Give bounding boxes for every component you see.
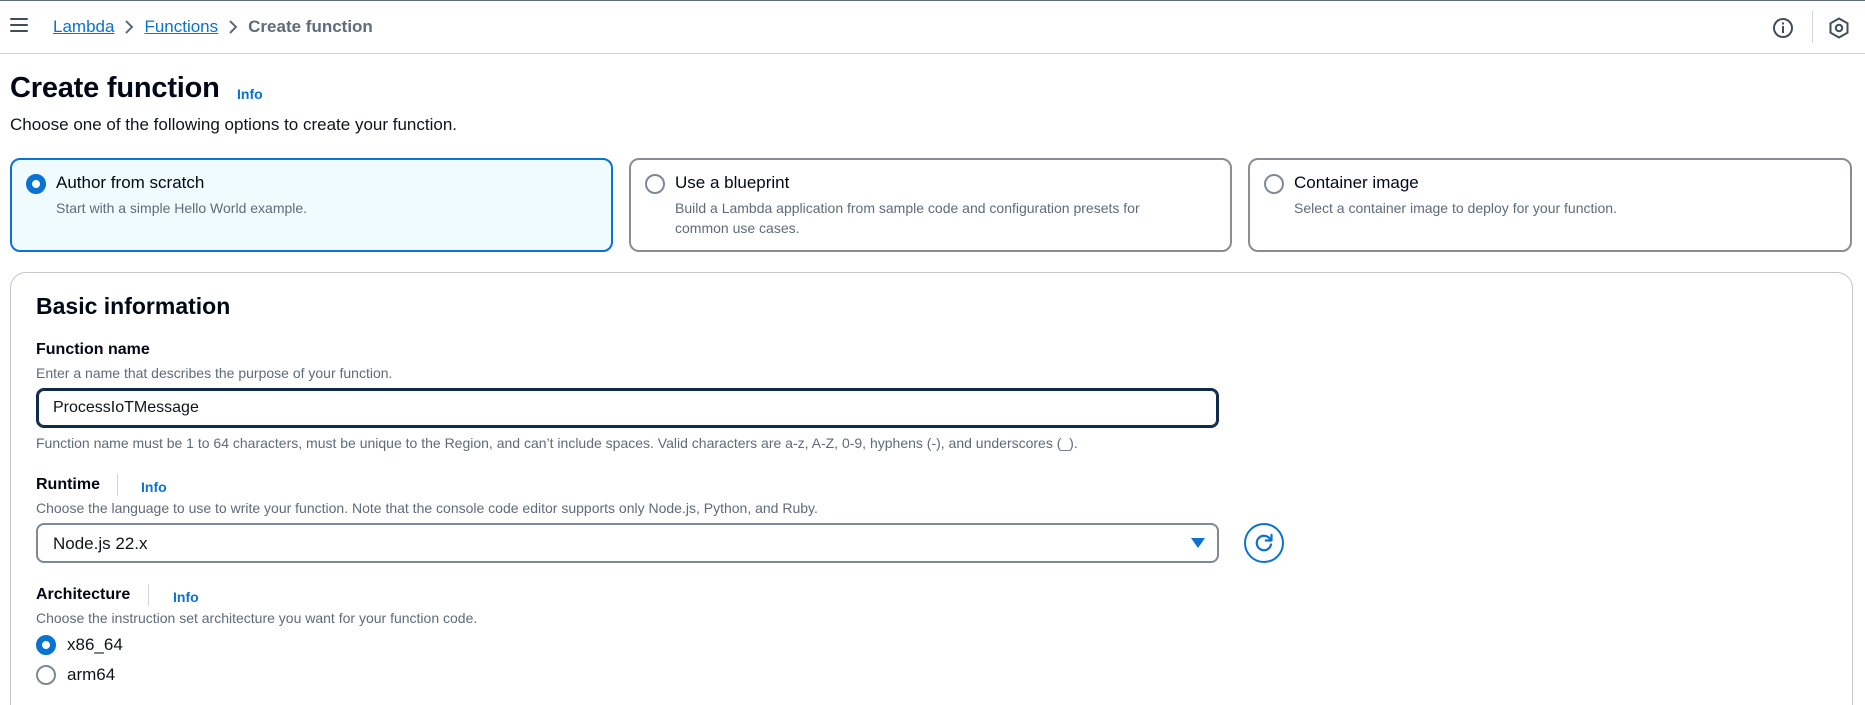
radio-unselected-icon[interactable]	[645, 174, 665, 194]
option-container-image[interactable]: Container image Select a container image…	[1248, 158, 1852, 252]
architecture-label: Architecture	[36, 586, 131, 603]
radio-selected-icon[interactable]	[36, 635, 56, 655]
function-name-input[interactable]	[36, 388, 1219, 428]
architecture-info-link[interactable]: Info	[173, 589, 199, 605]
radio-unselected-icon[interactable]	[1264, 174, 1284, 194]
radio-label: x86_64	[67, 635, 123, 654]
runtime-description: Choose the language to use to write your…	[36, 500, 818, 516]
option-title: Author from scratch	[56, 173, 205, 192]
page-info-link[interactable]: Info	[237, 86, 263, 102]
option-title: Use a blueprint	[675, 173, 790, 192]
function-name-label: Function name	[36, 341, 150, 358]
function-name-description: Enter a name that describes the purpose …	[36, 365, 393, 381]
radio-unselected-icon[interactable]	[36, 665, 56, 685]
basic-information-panel	[10, 272, 1853, 705]
architecture-option-x86-64[interactable]: x86_64	[36, 635, 123, 655]
option-description-line: common use cases.	[675, 220, 800, 236]
option-description: Build a Lambda application from sample c…	[675, 198, 1140, 238]
refresh-runtime-button[interactable]	[1244, 523, 1284, 563]
gear-hexagon-icon[interactable]	[1827, 16, 1851, 40]
breadcrumb-functions-link[interactable]: Functions	[144, 17, 218, 37]
hamburger-menu-icon[interactable]	[10, 18, 28, 34]
runtime-select[interactable]: Node.js 22.x	[36, 523, 1219, 563]
page-description: Choose one of the following options to c…	[10, 115, 458, 134]
chevron-right-icon	[218, 16, 248, 38]
function-name-constraint: Function name must be 1 to 64 characters…	[36, 435, 1078, 451]
runtime-label: Runtime	[36, 476, 100, 493]
option-use-a-blueprint[interactable]: Use a blueprint Build a Lambda applicati…	[629, 158, 1232, 252]
option-description-line: Build a Lambda application from sample c…	[675, 200, 1140, 216]
caret-down-icon	[1191, 538, 1205, 548]
architecture-option-arm64[interactable]: arm64	[36, 665, 115, 685]
breadcrumb: Lambda Functions Create function	[53, 16, 373, 38]
label-divider	[148, 584, 149, 606]
runtime-selected-value: Node.js 22.x	[53, 534, 148, 553]
chevron-right-icon	[114, 16, 144, 38]
option-author-from-scratch[interactable]: Author from scratch Start with a simple …	[10, 158, 613, 252]
radio-label: arm64	[67, 665, 116, 684]
toolbar-divider	[1812, 11, 1813, 43]
page-title: Create function	[10, 72, 220, 104]
label-divider	[117, 474, 118, 496]
option-title: Container image	[1294, 173, 1419, 192]
radio-selected-icon[interactable]	[26, 174, 46, 194]
top-navigation-bar: Lambda Functions Create function	[0, 0, 1865, 54]
info-circle-icon[interactable]	[1771, 16, 1795, 40]
panel-title: Basic information	[36, 293, 231, 319]
runtime-info-link[interactable]: Info	[141, 479, 167, 495]
breadcrumb-current: Create function	[248, 17, 373, 36]
breadcrumb-lambda-link[interactable]: Lambda	[53, 17, 114, 37]
architecture-description: Choose the instruction set architecture …	[36, 610, 478, 626]
option-description: Start with a simple Hello World example.	[56, 200, 308, 216]
option-description: Select a container image to deploy for y…	[1294, 200, 1617, 216]
refresh-icon	[1255, 533, 1273, 552]
